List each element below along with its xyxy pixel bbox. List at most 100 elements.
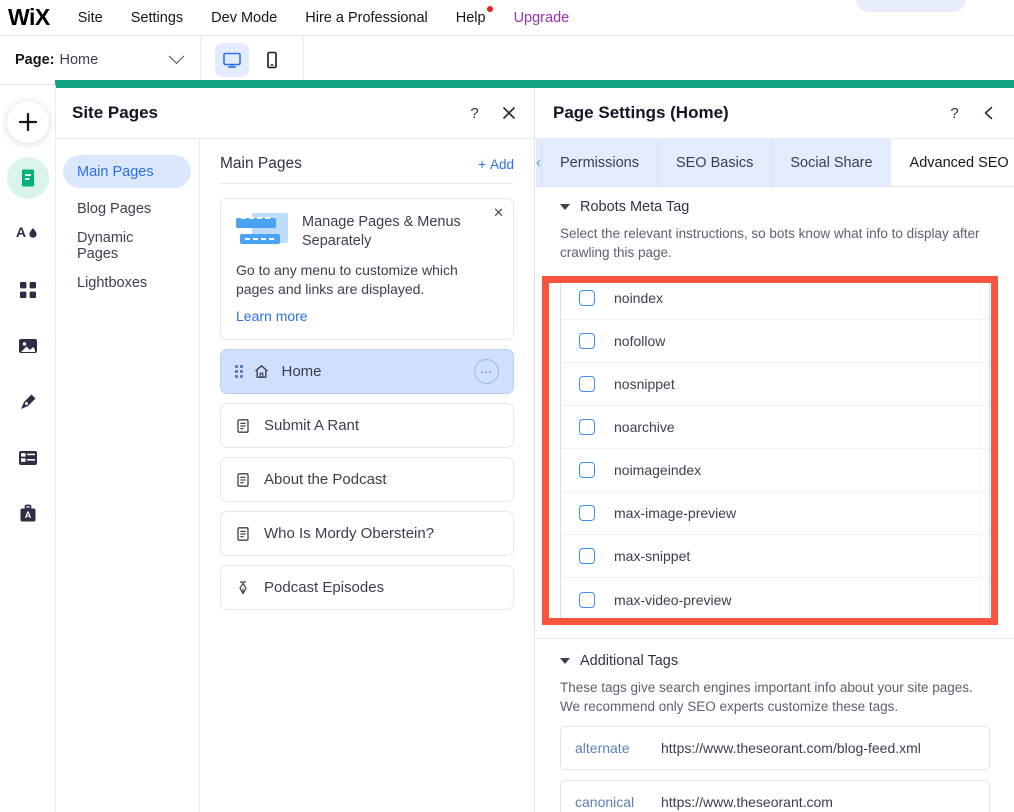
checkbox[interactable]	[579, 333, 595, 349]
pen-icon	[17, 391, 39, 413]
site-pages-nav: Main Pages Blog Pages Dynamic Pages Ligh…	[55, 139, 200, 812]
sidebar-item-blog-pages[interactable]: Blog Pages	[63, 192, 191, 225]
robots-option-nosnippet[interactable]: nosnippet	[561, 363, 989, 406]
main-pages-list-area: Main Pages + Add ✕	[200, 139, 534, 812]
blog-button[interactable]	[7, 381, 49, 423]
menu-item-upgrade[interactable]: Upgrade	[514, 10, 570, 26]
menu-item-help-label: Help	[456, 10, 486, 26]
sidebar-item-lightboxes[interactable]: Lightboxes	[63, 266, 191, 299]
tag-row-canonical[interactable]: canonical https://www.theseorant.com	[560, 780, 990, 812]
page-list-item-submit-a-rant[interactable]: Submit A Rant	[220, 403, 514, 448]
desktop-view-button[interactable]	[215, 43, 249, 77]
settings-tab-bar: ‹ Permissions SEO Basics Social Share Ad…	[536, 139, 1014, 187]
page-icon	[235, 418, 253, 434]
theme-icon: A	[16, 223, 40, 245]
checkbox[interactable]	[579, 376, 595, 392]
menu-item-site[interactable]: Site	[78, 10, 103, 26]
help-icon[interactable]: ?	[466, 105, 483, 122]
sidebar-item-main-pages[interactable]: Main Pages	[63, 155, 191, 188]
site-pages-panel: Site Pages ? Main Pages Blo	[55, 88, 535, 812]
robots-option-label: noimageindex	[614, 462, 701, 478]
robots-option-noarchive[interactable]: noarchive	[561, 406, 989, 449]
page-list-item-label: Who Is Mordy Oberstein?	[264, 525, 434, 542]
tab-seo-basics[interactable]: SEO Basics	[657, 139, 771, 186]
additional-tags-section-toggle[interactable]: Additional Tags	[536, 653, 1014, 669]
menu-item-help[interactable]: Help	[456, 10, 486, 26]
page-selector-value: Home	[60, 52, 99, 68]
tab-social-share[interactable]: Social Share	[771, 139, 890, 186]
page-settings-panel: Page Settings (Home) ? ‹ Permissions SEO…	[536, 88, 1014, 812]
home-icon	[253, 363, 271, 380]
menu-item-hire-a-professional[interactable]: Hire a Professional	[305, 10, 428, 26]
robots-meta-tag-description: Select the relevant instructions, so bot…	[536, 215, 1014, 262]
pen-page-icon	[235, 580, 253, 596]
svg-text:?: ?	[950, 105, 958, 122]
collapse-panel-icon[interactable]	[981, 105, 997, 121]
robots-option-noindex[interactable]: noindex	[561, 277, 989, 320]
site-pages-title: Site Pages	[72, 103, 158, 123]
site-theme-button[interactable]: A	[7, 213, 49, 255]
robots-meta-tag-section-toggle[interactable]: Robots Meta Tag	[536, 199, 1014, 215]
add-apps-button[interactable]	[7, 269, 49, 311]
page-selector-dropdown[interactable]: Page: Home	[0, 36, 200, 84]
wix-logo[interactable]: WiX	[8, 4, 50, 31]
page-list-item-home[interactable]: Home …	[220, 349, 514, 394]
plus-icon	[17, 111, 39, 133]
checkbox[interactable]	[579, 548, 595, 564]
sidebar-item-label: Main Pages	[77, 164, 154, 180]
drag-handle-icon[interactable]	[235, 365, 243, 378]
plus-icon: +	[478, 157, 486, 172]
checkbox[interactable]	[579, 592, 595, 608]
robots-option-max-image-preview[interactable]: max-image-preview	[561, 492, 989, 535]
robots-option-label: max-image-preview	[614, 505, 736, 521]
page-selector-label: Page:	[15, 52, 55, 68]
menu-item-dev-mode[interactable]: Dev Mode	[211, 10, 277, 26]
tab-advanced-seo[interactable]: Advanced SEO	[891, 139, 1014, 186]
settings-content: Robots Meta Tag Select the relevant inst…	[536, 187, 1014, 812]
page-icon	[235, 472, 253, 488]
page-actions-button[interactable]: …	[474, 359, 499, 384]
checkbox[interactable]	[579, 505, 595, 521]
mobile-view-button[interactable]	[255, 43, 289, 77]
page-list-item-podcast-episodes[interactable]: Podcast Episodes	[220, 565, 514, 610]
menu-item-settings[interactable]: Settings	[131, 10, 183, 26]
page-list-item-label: Submit A Rant	[264, 417, 359, 434]
add-elements-button[interactable]	[7, 101, 49, 143]
sidebar-item-label: Blog Pages	[77, 201, 151, 217]
promo-learn-more-link[interactable]: Learn more	[236, 308, 308, 324]
svg-text:?: ?	[470, 105, 478, 122]
add-page-label: Add	[490, 157, 514, 172]
editor-top-accent-bar	[55, 80, 1014, 88]
my-media-button[interactable]	[7, 325, 49, 367]
robots-option-nofollow[interactable]: nofollow	[561, 320, 989, 363]
help-icon[interactable]: ?	[946, 105, 963, 122]
pages-icon	[17, 167, 39, 189]
robots-option-max-video-preview[interactable]: max-video-preview	[561, 578, 989, 621]
page-list-item-who-is-mordy-oberstein[interactable]: Who Is Mordy Oberstein?	[220, 511, 514, 556]
page-icon	[235, 526, 253, 542]
robots-option-label: max-snippet	[614, 548, 690, 564]
tag-row-alternate[interactable]: alternate https://www.theseorant.com/blo…	[560, 726, 990, 770]
tab-permissions[interactable]: Permissions	[541, 139, 657, 186]
checkbox[interactable]	[579, 290, 595, 306]
layout-icon	[17, 448, 39, 468]
robots-option-label: noindex	[614, 290, 663, 306]
sidebar-item-dynamic-pages[interactable]: Dynamic Pages	[63, 229, 191, 262]
page-list-item-about-the-podcast[interactable]: About the Podcast	[220, 457, 514, 502]
promo-close-icon[interactable]: ✕	[493, 206, 504, 219]
checkbox[interactable]	[579, 419, 595, 435]
main-pages-heading: Main Pages	[220, 155, 302, 173]
top-right-action-pill[interactable]	[856, 0, 966, 12]
robots-option-noimageindex[interactable]: noimageindex	[561, 449, 989, 492]
content-manager-button[interactable]	[7, 437, 49, 479]
caret-down-icon	[560, 658, 570, 664]
page-settings-header: Page Settings (Home) ?	[536, 88, 1014, 139]
close-icon[interactable]	[501, 105, 517, 121]
tag-value: https://www.theseorant.com	[661, 794, 833, 810]
site-pages-button[interactable]	[7, 157, 49, 199]
wix-editor-window: WiX Site Settings Dev Mode Hire a Profes…	[0, 0, 1014, 812]
add-page-button[interactable]: + Add	[478, 157, 514, 172]
checkbox[interactable]	[579, 462, 595, 478]
business-tools-button[interactable]: A	[7, 493, 49, 535]
robots-option-max-snippet[interactable]: max-snippet	[561, 535, 989, 578]
